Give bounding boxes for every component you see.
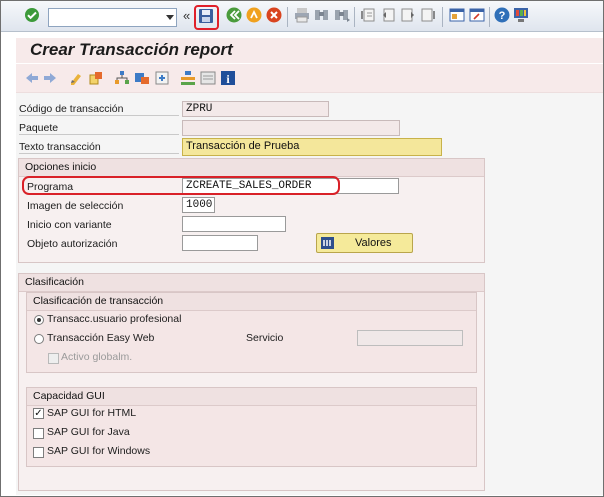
- radio-usuario-profesional-label: Transacc.usuario profesional: [47, 313, 182, 325]
- texto-label: Texto transacción: [19, 141, 179, 154]
- print-icon[interactable]: [293, 6, 311, 24]
- help-icon[interactable]: ?: [493, 6, 511, 24]
- enter-check-icon[interactable]: [23, 6, 41, 24]
- objeto-field[interactable]: [182, 235, 258, 251]
- variante-label: Inicio con variante: [27, 219, 112, 231]
- programa-highlight: [22, 176, 340, 195]
- transport-icon[interactable]: [154, 70, 170, 86]
- page-title: Crear Transacción report: [30, 40, 233, 59]
- previous-page-icon[interactable]: [379, 6, 397, 24]
- title-bar: Crear Transacción report: [16, 38, 603, 63]
- value-list-icon: [321, 237, 334, 249]
- first-page-icon[interactable]: [359, 6, 377, 24]
- radio-usuario-profesional[interactable]: [34, 315, 44, 325]
- servicio-field[interactable]: [357, 330, 463, 346]
- back-icon[interactable]: [225, 6, 243, 24]
- system-toolbar: « ?: [1, 1, 603, 32]
- capacidad-gui-title: Capacidad GUI: [27, 388, 476, 406]
- variante-field[interactable]: [182, 216, 286, 232]
- toolbar-separator: [489, 7, 490, 27]
- save-highlight-box: [194, 5, 219, 30]
- paquete-field[interactable]: [182, 120, 400, 136]
- valores-button[interactable]: Valores: [316, 233, 413, 253]
- clasificacion-transaccion-title: Clasificación de transacción: [27, 293, 476, 311]
- display-change-icon[interactable]: [68, 70, 84, 86]
- attribute-icon[interactable]: [200, 70, 216, 86]
- find-next-icon[interactable]: [333, 6, 351, 24]
- objeto-label: Objeto autorización: [27, 238, 118, 250]
- paquete-label: Paquete: [19, 122, 179, 135]
- last-page-icon[interactable]: [419, 6, 437, 24]
- gui-java-checkbox[interactable]: [33, 428, 44, 439]
- create-session-icon[interactable]: [448, 6, 466, 24]
- toolbar-separator: [354, 7, 355, 27]
- find-icon[interactable]: [313, 6, 331, 24]
- servicio-label: Servicio: [246, 332, 284, 344]
- opciones-inicio-title: Opciones inicio: [19, 159, 484, 177]
- gui-html-label: SAP GUI for HTML: [47, 407, 137, 419]
- activo-globalm-checkbox[interactable]: [48, 353, 59, 364]
- svg-text:?: ?: [499, 10, 506, 22]
- radio-easy-web-label: Transacción Easy Web: [47, 332, 155, 344]
- information-icon[interactable]: i: [220, 70, 236, 86]
- arrow-left-icon[interactable]: [24, 70, 40, 86]
- cancel-icon[interactable]: [265, 6, 283, 24]
- activo-globalm-label: Activo globalm.: [61, 351, 133, 363]
- gui-html-checkbox[interactable]: ✓: [33, 408, 44, 419]
- codigo-field[interactable]: ZPRU: [182, 101, 329, 117]
- valores-button-label: Valores: [355, 237, 392, 249]
- hierarchy-icon[interactable]: [114, 70, 130, 86]
- toolbar-separator: [442, 7, 443, 27]
- toolbar-separator: [287, 7, 288, 27]
- gui-windows-checkbox[interactable]: [33, 447, 44, 458]
- codigo-label: Código de transacción: [19, 103, 179, 116]
- customize-layout-icon[interactable]: [512, 6, 530, 24]
- next-page-icon[interactable]: [399, 6, 417, 24]
- imagen-field[interactable]: 1000: [182, 197, 215, 213]
- other-object-icon[interactable]: [88, 70, 104, 86]
- chevron-down-icon[interactable]: [165, 11, 175, 23]
- gui-windows-label: SAP GUI for Windows: [47, 445, 151, 457]
- application-toolbar: i: [16, 64, 603, 93]
- clasificacion-title: Clasificación: [19, 274, 484, 292]
- imagen-label: Imagen de selección: [27, 200, 124, 212]
- shortcut-icon[interactable]: [468, 6, 486, 24]
- where-used-icon[interactable]: [134, 70, 150, 86]
- exit-icon[interactable]: [245, 6, 263, 24]
- arrow-right-icon[interactable]: [42, 70, 58, 86]
- radio-easy-web[interactable]: [34, 334, 44, 344]
- gui-java-label: SAP GUI for Java: [47, 426, 130, 438]
- collapse-chevron[interactable]: «: [183, 8, 190, 23]
- structure-icon[interactable]: [180, 70, 196, 86]
- main-content: Código de transacción ZPRU Paquete Texto…: [16, 93, 603, 495]
- command-field[interactable]: [48, 8, 177, 27]
- texto-field[interactable]: Transacción de Prueba: [182, 138, 442, 156]
